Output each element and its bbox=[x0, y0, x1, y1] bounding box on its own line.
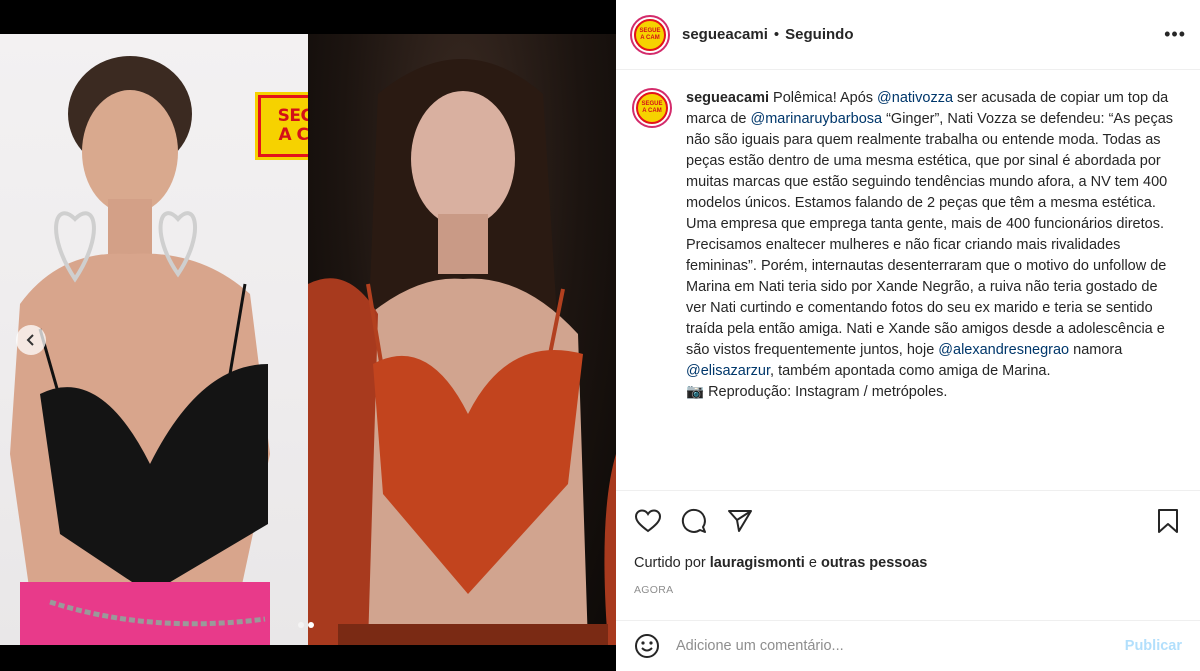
avatar[interactable]: SEGUE A CAM bbox=[630, 14, 670, 55]
following-button[interactable]: Seguindo bbox=[785, 26, 853, 43]
more-options-icon[interactable]: ••• bbox=[1164, 24, 1186, 45]
heart-icon bbox=[635, 508, 661, 532]
brand-logo-line2: A CAM bbox=[278, 125, 308, 145]
save-button[interactable] bbox=[1154, 507, 1182, 535]
carousel-dots bbox=[298, 622, 314, 628]
mention-link[interactable]: @elisazarzur bbox=[686, 363, 770, 379]
post-actions-bar bbox=[616, 490, 1200, 550]
post-side-panel: SEGUE A CAM segueacami • Seguindo ••• SE… bbox=[616, 0, 1200, 671]
mention-link[interactable]: @nativozza bbox=[877, 90, 953, 106]
comment-input[interactable] bbox=[676, 638, 1125, 654]
avatar-logo-line1: SEGUE bbox=[639, 27, 661, 34]
likes-summary: Curtido por lauragismonti e outras pesso… bbox=[634, 555, 927, 571]
caption-username-link[interactable]: segueacami bbox=[686, 90, 769, 106]
carousel-dot-1 bbox=[298, 622, 304, 628]
photo-left-model-black-top: SEGUE A CAM bbox=[0, 34, 308, 645]
caption-avatar-logo-line2: A CAM bbox=[642, 108, 662, 114]
comment-icon bbox=[681, 508, 706, 533]
caption-text-part: Polêmica! Após bbox=[769, 90, 878, 106]
carousel-prev-button[interactable] bbox=[16, 325, 46, 355]
bookmark-icon bbox=[1158, 508, 1178, 533]
carousel-dot-2-active bbox=[308, 622, 314, 628]
caption-avatar[interactable]: SEGUE A CAM bbox=[632, 88, 672, 128]
like-button[interactable] bbox=[634, 507, 662, 535]
paper-plane-icon bbox=[728, 509, 752, 532]
caption-credit: 📷 Reprodução: Instagram / metrópoles. bbox=[686, 384, 948, 400]
mention-link[interactable]: @alexandresnegrao bbox=[938, 342, 1069, 358]
liked-by-others-link[interactable]: outras pessoas bbox=[821, 555, 927, 571]
post-timestamp[interactable]: AGORA bbox=[634, 584, 673, 596]
comment-button[interactable] bbox=[680, 507, 708, 535]
caption-area: SEGUE A CAM segueacami Polêmica! Após @n… bbox=[616, 70, 1200, 490]
caption-text-part: namora bbox=[1069, 342, 1123, 358]
post-media[interactable]: SEGUE A CAM bbox=[0, 0, 616, 671]
comment-bar: Publicar bbox=[616, 620, 1200, 671]
caption-text: segueacami Polêmica! Após @nativozza ser… bbox=[686, 88, 1176, 490]
caption-text-part: “Ginger”, Nati Vozza se defendeu: “As pe… bbox=[686, 111, 1174, 358]
caption-avatar-logo-line1: SEGUE bbox=[641, 101, 663, 107]
publish-button[interactable]: Publicar bbox=[1125, 638, 1182, 654]
caption-text-part: , também apontada como amiga de Marina. bbox=[770, 363, 1051, 379]
likes-prefix: Curtido por bbox=[634, 555, 710, 571]
post-header: SEGUE A CAM segueacami • Seguindo ••• bbox=[616, 0, 1200, 70]
mention-link[interactable]: @marinaruybarbosa bbox=[750, 111, 882, 127]
chevron-left-icon bbox=[26, 334, 34, 346]
share-button[interactable] bbox=[726, 507, 754, 535]
likes-middle: e bbox=[804, 555, 821, 571]
model-red-top-illustration bbox=[308, 59, 616, 645]
brand-logo-line1: SEGUE bbox=[277, 106, 308, 126]
avatar-logo-line2: A CAM bbox=[640, 34, 660, 41]
header-username-link[interactable]: segueacami bbox=[682, 26, 768, 43]
liked-by-user-link[interactable]: lauragismonti bbox=[710, 555, 805, 571]
brand-logo-badge: SEGUE A CAM bbox=[255, 92, 308, 160]
emoji-icon[interactable] bbox=[634, 633, 660, 659]
photo-right-model-red-top bbox=[308, 34, 616, 645]
header-separator: • bbox=[773, 26, 780, 43]
